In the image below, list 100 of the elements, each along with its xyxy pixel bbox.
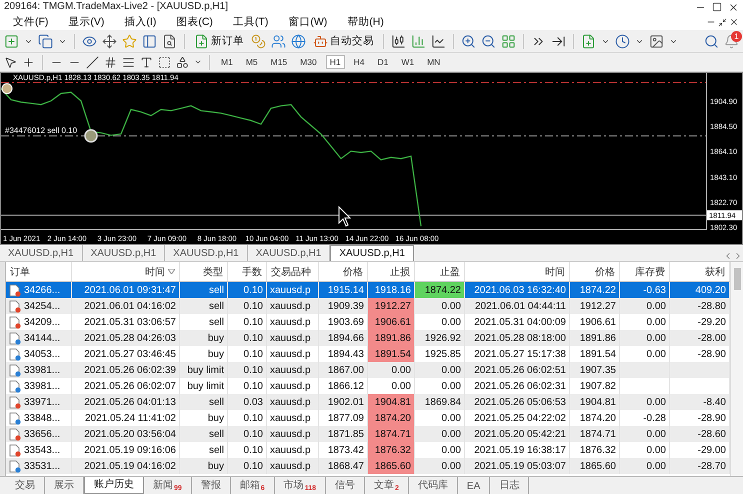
panel-tab[interactable]: 信号 bbox=[326, 477, 365, 494]
users-icon[interactable] bbox=[271, 34, 286, 48]
column-header[interactable]: 时间 bbox=[72, 262, 180, 281]
chart-tab[interactable]: XAUUSD.p,H1 bbox=[165, 245, 248, 261]
table-cell: 33531... bbox=[6, 458, 72, 474]
text-icon[interactable] bbox=[140, 56, 153, 68]
trendline-icon[interactable] bbox=[86, 56, 99, 68]
file-plus-icon[interactable] bbox=[194, 34, 209, 48]
table-row[interactable]: 34254... 2021.06.01 04:16:02 sell 0.10 xauusd.p 1909.39 1912.27 0.00 2021.06.01 04:44:11 1912.27 0.00 -28.80 bbox=[6, 298, 730, 314]
line-chart-icon[interactable] bbox=[431, 34, 446, 48]
auto-trading-button[interactable]: 自动交易 bbox=[311, 34, 376, 48]
zoom-out-icon[interactable] bbox=[481, 34, 496, 48]
panel-tab[interactable]: 账户历史 bbox=[84, 477, 144, 494]
channel-icon[interactable] bbox=[104, 56, 117, 68]
chart-tab[interactable]: XAUUSD.p,H1 bbox=[82, 245, 166, 261]
order-icon bbox=[9, 380, 21, 392]
table-row[interactable]: 34266... 2021.06.01 09:31:47 sell 0.10 xauusd.p 1915.14 1918.16 1874.22 2021.06.03 16:32:40 1874.22 -0.63 409.20 bbox=[6, 282, 730, 298]
order-icon bbox=[9, 428, 21, 440]
timeframe-button[interactable]: M5 bbox=[242, 55, 262, 69]
new-chart-icon[interactable] bbox=[4, 34, 19, 48]
panel-tab[interactable]: EA bbox=[458, 477, 490, 494]
notification-badge: 1 bbox=[731, 30, 742, 42]
column-header[interactable]: 价格 bbox=[570, 262, 620, 281]
chart-tab[interactable]: XAUUSD.p,H1 bbox=[0, 245, 83, 261]
timeframe-button[interactable]: H4 bbox=[350, 55, 368, 69]
order-icon bbox=[9, 396, 21, 408]
timeframe-button[interactable]: M15 bbox=[266, 55, 292, 69]
column-header[interactable]: 价格 bbox=[319, 262, 368, 281]
sort-icon bbox=[168, 269, 175, 274]
trade-marker bbox=[2, 83, 12, 94]
menu-item[interactable]: 图表(C) bbox=[167, 15, 222, 29]
timeframe-button[interactable]: MN bbox=[423, 55, 444, 69]
restore-icon[interactable] bbox=[718, 18, 727, 26]
panel-tab[interactable]: 代码库 bbox=[408, 477, 458, 494]
order-icon bbox=[9, 364, 21, 376]
table-cell: 0.10 bbox=[228, 458, 267, 474]
zoom-in-icon[interactable] bbox=[461, 34, 476, 48]
new-order-button[interactable]: 新订单 bbox=[192, 34, 246, 48]
menu-item[interactable]: 工具(T) bbox=[224, 15, 278, 29]
column-header[interactable]: 类型 bbox=[180, 262, 228, 281]
menu-item[interactable]: 插入(I) bbox=[115, 15, 166, 29]
order-icon bbox=[9, 284, 21, 296]
shift-icon[interactable] bbox=[551, 34, 566, 48]
menu-item[interactable]: 窗口(W) bbox=[279, 15, 336, 29]
chart-tab[interactable]: XAUUSD.p,H1 bbox=[330, 245, 414, 261]
maximize-icon[interactable] bbox=[712, 2, 722, 12]
scrollbar[interactable] bbox=[730, 262, 743, 476]
table-row[interactable]: 33656... 2021.05.20 03:56:04 sell 0.10 xauusd.p 1871.85 1874.71 0.00 2021.05.20 05:42:21 1874.71 0.00 -28.60 bbox=[6, 426, 730, 442]
column-header[interactable]: 止盈 bbox=[415, 262, 465, 281]
timeframe-button[interactable]: H1 bbox=[326, 55, 345, 69]
timeframe-button[interactable]: D1 bbox=[373, 55, 392, 69]
table-cell: buy bbox=[180, 458, 228, 474]
table-row[interactable]: 33981... 2021.05.26 06:02:39 buy limit 0.10 xauusd.p 1867.00 0.00 0.00 2021.05.26 06:02:51 1907.35 bbox=[6, 362, 730, 378]
cursor-icon[interactable] bbox=[4, 56, 17, 68]
table-cell: 1865.60 bbox=[570, 458, 620, 474]
column-header[interactable]: 库存费 bbox=[620, 262, 670, 281]
table-cell: 1874.71 bbox=[368, 426, 415, 442]
indicator-icon[interactable] bbox=[581, 34, 596, 48]
panel-tab[interactable]: 日志 bbox=[490, 477, 530, 494]
table-row[interactable]: 33531... 2021.05.19 04:16:02 buy 0.10 xauusd.p 1868.47 1865.60 0.00 2021.05.19 05:03:07 1865.60 0.00 -28.70 bbox=[6, 458, 730, 474]
crosshair-icon[interactable] bbox=[22, 56, 35, 68]
column-header[interactable]: 手数 bbox=[228, 262, 267, 281]
menu-item[interactable]: 帮助(H) bbox=[338, 15, 393, 29]
close-icon[interactable] bbox=[728, 2, 739, 12]
timeframe-button[interactable]: M30 bbox=[296, 55, 321, 69]
table-cell: 1865.60 bbox=[368, 458, 415, 474]
star-icon[interactable] bbox=[122, 34, 137, 48]
table-row[interactable]: 33971... 2021.05.26 04:01:13 sell 0.03 xauusd.p 1902.01 1904.81 1869.84 2021.05.26 05:06:53 1904.81 0.00 -8.40 bbox=[6, 394, 730, 410]
search-icon[interactable] bbox=[704, 34, 719, 48]
timeframe-button[interactable]: W1 bbox=[397, 55, 418, 69]
panel-tab[interactable]: 警报 bbox=[192, 477, 231, 494]
table-cell: 1906.61 bbox=[368, 314, 415, 330]
table-row[interactable]: 34144... 2021.05.28 04:26:03 buy 0.10 xauusd.p 1894.66 1891.86 1926.92 2021.05.28 08:18:00 1891.86 0.00 -28.00 bbox=[6, 330, 730, 346]
order-line-label: #34476012 sell 0.10 bbox=[5, 126, 78, 135]
column-header[interactable]: 时间 bbox=[465, 262, 570, 281]
order-icon bbox=[9, 412, 21, 424]
crosshair-move-icon[interactable] bbox=[102, 34, 117, 48]
bell-icon[interactable] bbox=[724, 34, 739, 48]
menu-item[interactable]: 文件(F) bbox=[4, 15, 58, 29]
panel-tab[interactable]: 交易 bbox=[6, 477, 45, 494]
table-cell: 0.00 bbox=[620, 458, 670, 474]
robot-icon[interactable] bbox=[313, 34, 328, 48]
table-cell: 2021.05.19 05:03:07 bbox=[465, 458, 570, 474]
menu-item[interactable]: 显示(V) bbox=[59, 15, 114, 29]
table-cell: 1912.27 bbox=[368, 298, 415, 314]
column-header[interactable]: 止损 bbox=[368, 262, 415, 281]
timeframe-button[interactable]: M1 bbox=[217, 55, 237, 69]
clock-icon[interactable] bbox=[615, 34, 630, 48]
table-cell: 1874.22 bbox=[415, 282, 465, 298]
dropdown-icon[interactable] bbox=[194, 58, 202, 66]
order-icon bbox=[9, 300, 21, 312]
tile-windows-icon[interactable] bbox=[501, 34, 516, 48]
table-cell: 1891.86 bbox=[368, 330, 415, 346]
table-cell: 1891.54 bbox=[368, 346, 415, 362]
globe-icon[interactable] bbox=[291, 34, 306, 48]
table-cell: 1876.32 bbox=[368, 442, 415, 458]
close-icon[interactable] bbox=[729, 17, 739, 27]
table-cell: xauusd.p bbox=[267, 458, 319, 474]
column-header[interactable]: 交易品种 bbox=[267, 262, 319, 281]
column-header[interactable]: 订单 bbox=[6, 262, 72, 281]
